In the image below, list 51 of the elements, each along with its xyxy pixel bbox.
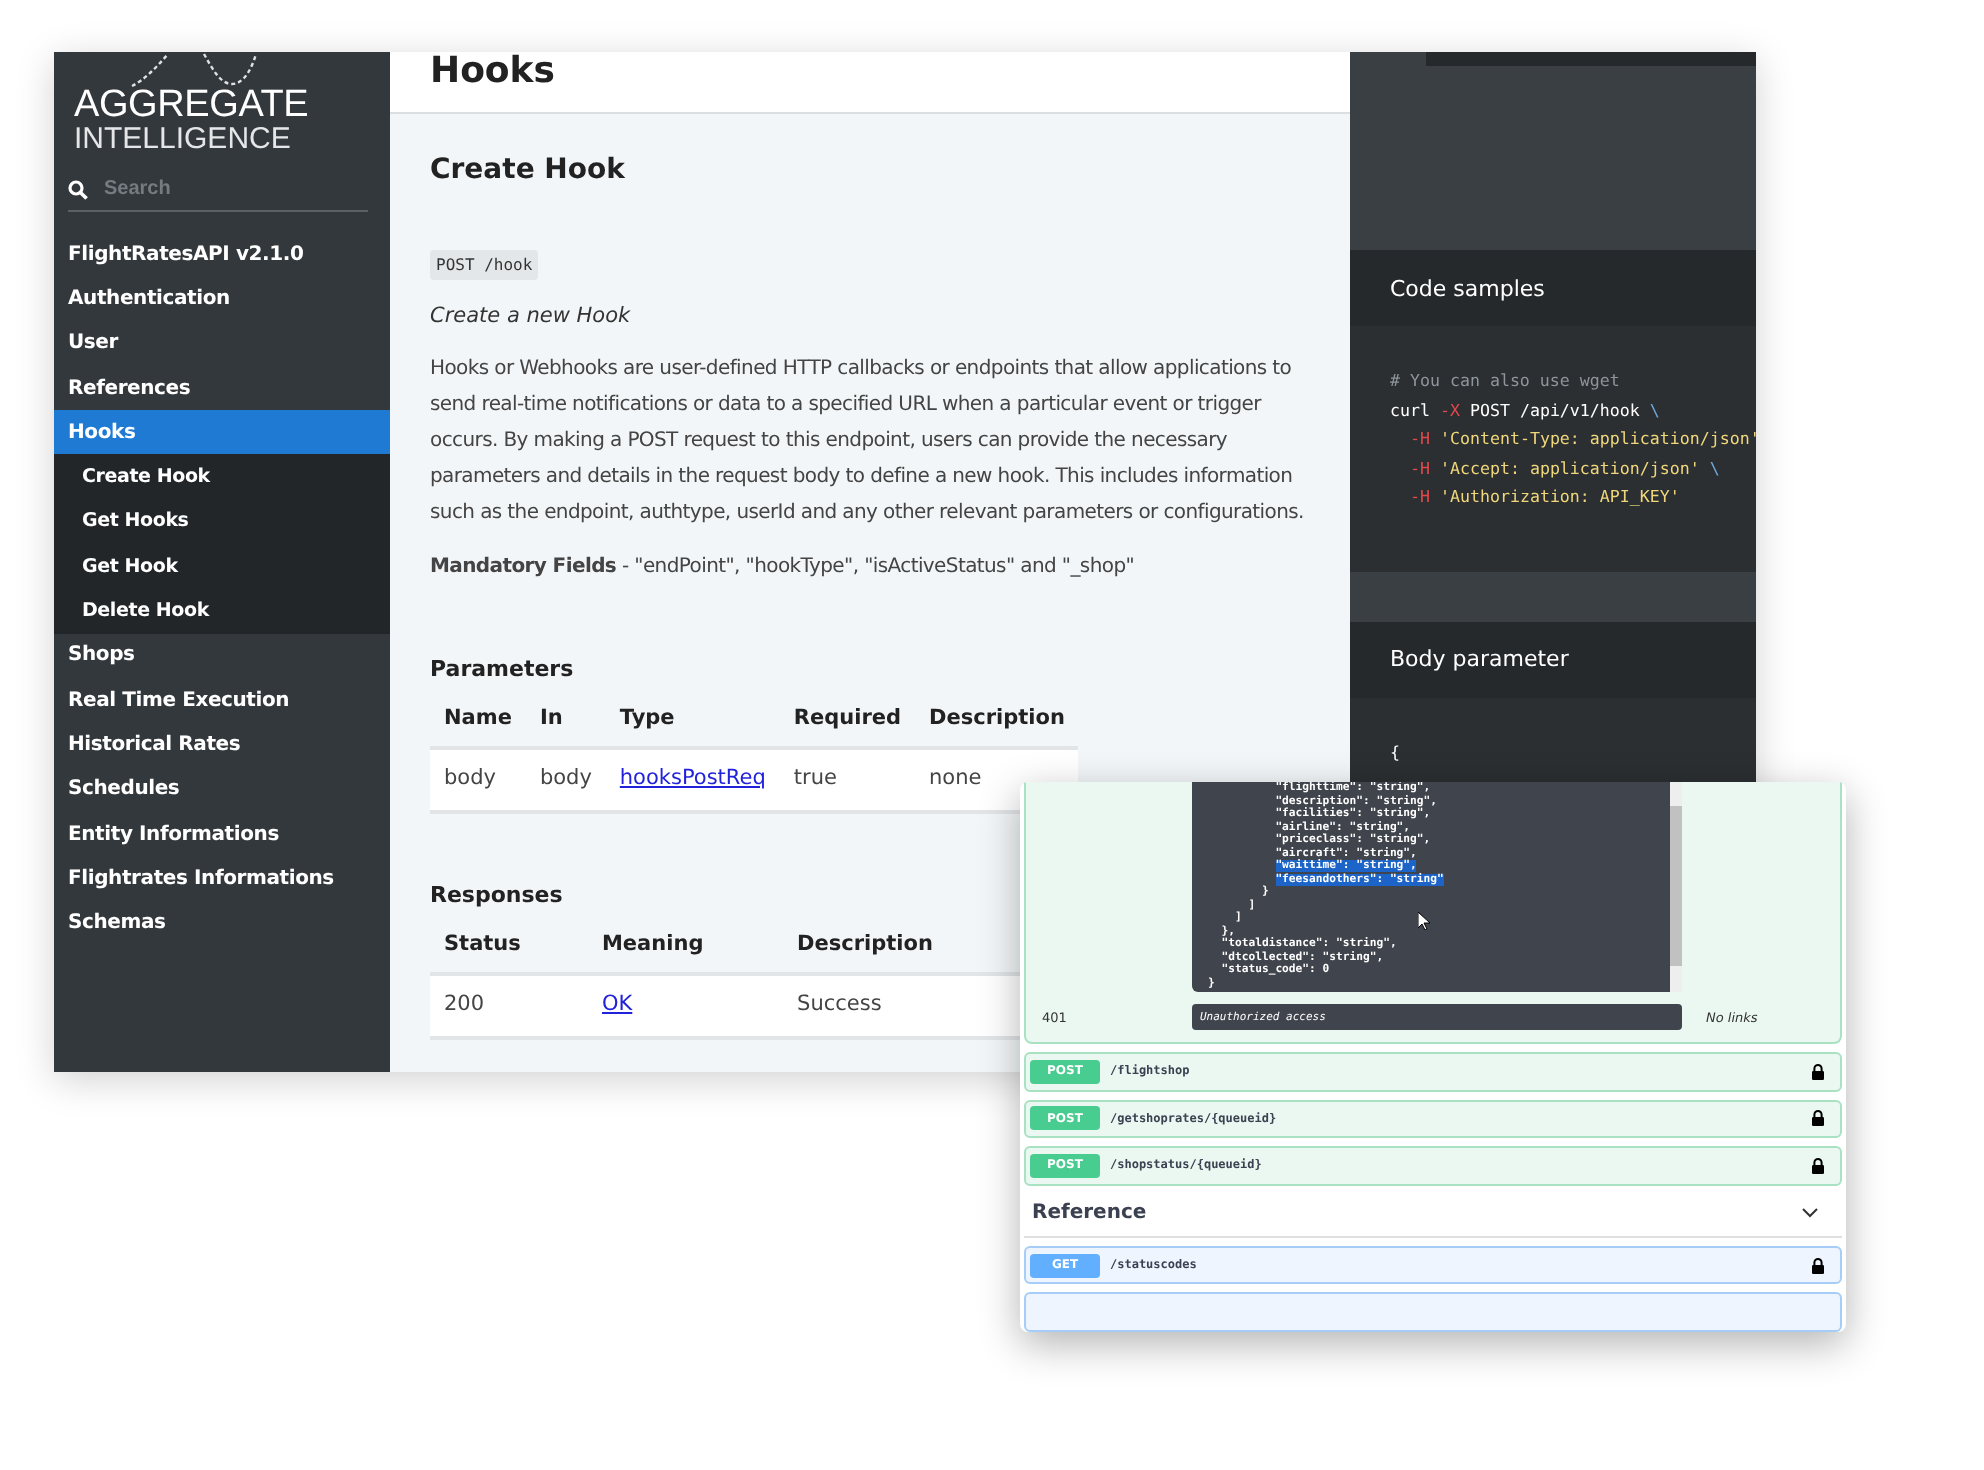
search-icon — [68, 179, 88, 199]
type-link[interactable]: OK — [601, 992, 633, 1016]
search-field[interactable]: Search — [100, 176, 348, 202]
table-title: Parameters — [430, 656, 574, 682]
sidebar-item[interactable]: Schedules — [54, 767, 390, 812]
sidebar-item[interactable]: Authentication — [54, 276, 390, 322]
sidebar-item[interactable]: Get Hooks — [54, 499, 390, 545]
logo-text: AGGREGATE — [74, 88, 311, 124]
code-line: -H 'Content-Type: application/json' — [1408, 426, 1756, 452]
logo-text: INTELLIGENCE — [74, 124, 293, 156]
type-link[interactable]: hooksPostReq — [619, 766, 766, 790]
sidebar-item[interactable]: Shops — [54, 633, 390, 678]
chevron-down-icon — [1802, 1207, 1818, 1218]
sidebar-item[interactable]: Create Hook — [54, 454, 390, 500]
lock-icon[interactable] — [1812, 1063, 1824, 1080]
sidebar-item[interactable]: FlightRatesAPI v2.1.0 — [54, 232, 390, 277]
endpoint-code: POST /hook — [430, 250, 539, 280]
sidebar-item[interactable]: Hooks — [54, 410, 390, 455]
page-title: Hooks — [430, 52, 555, 92]
table-cell: 200 — [430, 974, 588, 1038]
logo-drawing — [130, 52, 258, 88]
table-title: Responses — [430, 882, 563, 908]
code-line: { — [1390, 739, 1402, 765]
table-cell: true — [779, 748, 916, 812]
code-line: -H 'Authorization: API_KEY' — [1408, 484, 1682, 510]
summary-text: Create a new Hook — [430, 304, 631, 328]
panel-heading: Body parameter — [1350, 621, 1756, 697]
sidebar-item[interactable]: References — [54, 365, 390, 411]
section-title: Create Hook — [430, 154, 625, 186]
mandatory-fields-text: Mandatory Fields - "endPoint", "hookType", "isActiveStatus" and "_shop" — [430, 554, 1137, 582]
code-line: # You can also use wget — [1390, 368, 1622, 394]
sidebar-item[interactable]: Schemas — [54, 900, 390, 946]
code-line: -H 'Accept: application/json' \ — [1408, 455, 1722, 482]
table-cell: body — [525, 748, 606, 812]
sidebar-item[interactable]: Historical Rates — [54, 722, 390, 768]
sidebar-item[interactable]: Real Time Execution — [54, 677, 390, 723]
cursor-icon — [1418, 912, 1430, 930]
section-header[interactable]: Reference — [1024, 1185, 1842, 1238]
sidebar-item[interactable]: Delete Hook — [54, 588, 390, 634]
sidebar-item[interactable]: Entity Informations — [54, 811, 390, 857]
sidebar-item[interactable]: Get Hook — [54, 544, 390, 589]
lock-icon[interactable] — [1812, 1257, 1824, 1274]
sidebar-item[interactable]: User — [54, 321, 390, 366]
code-line: curl -X POST /api/v1/hook \ — [1390, 397, 1662, 424]
table-cell: body — [430, 748, 526, 812]
scrollbar[interactable] — [1670, 782, 1682, 992]
lock-icon[interactable] — [1812, 1110, 1824, 1127]
description-text: Hooks or Webhooks are user-defined HTTP callbacks or endpoints that allow applications to send real-time notifications or data to a specified URL when a particular event or trigger occurs. By making a POST request to this endpoint, users can provide the necessary parameters and details in the request body to define a new hook. This includes information such as the endpoint, authtype, userId and any other relevant parameters or configurations. — [430, 356, 1306, 528]
sidebar-item[interactable]: Flightrates Informations — [54, 856, 390, 901]
panel-heading: Code samples — [1350, 250, 1756, 326]
lock-icon[interactable] — [1812, 1157, 1824, 1174]
